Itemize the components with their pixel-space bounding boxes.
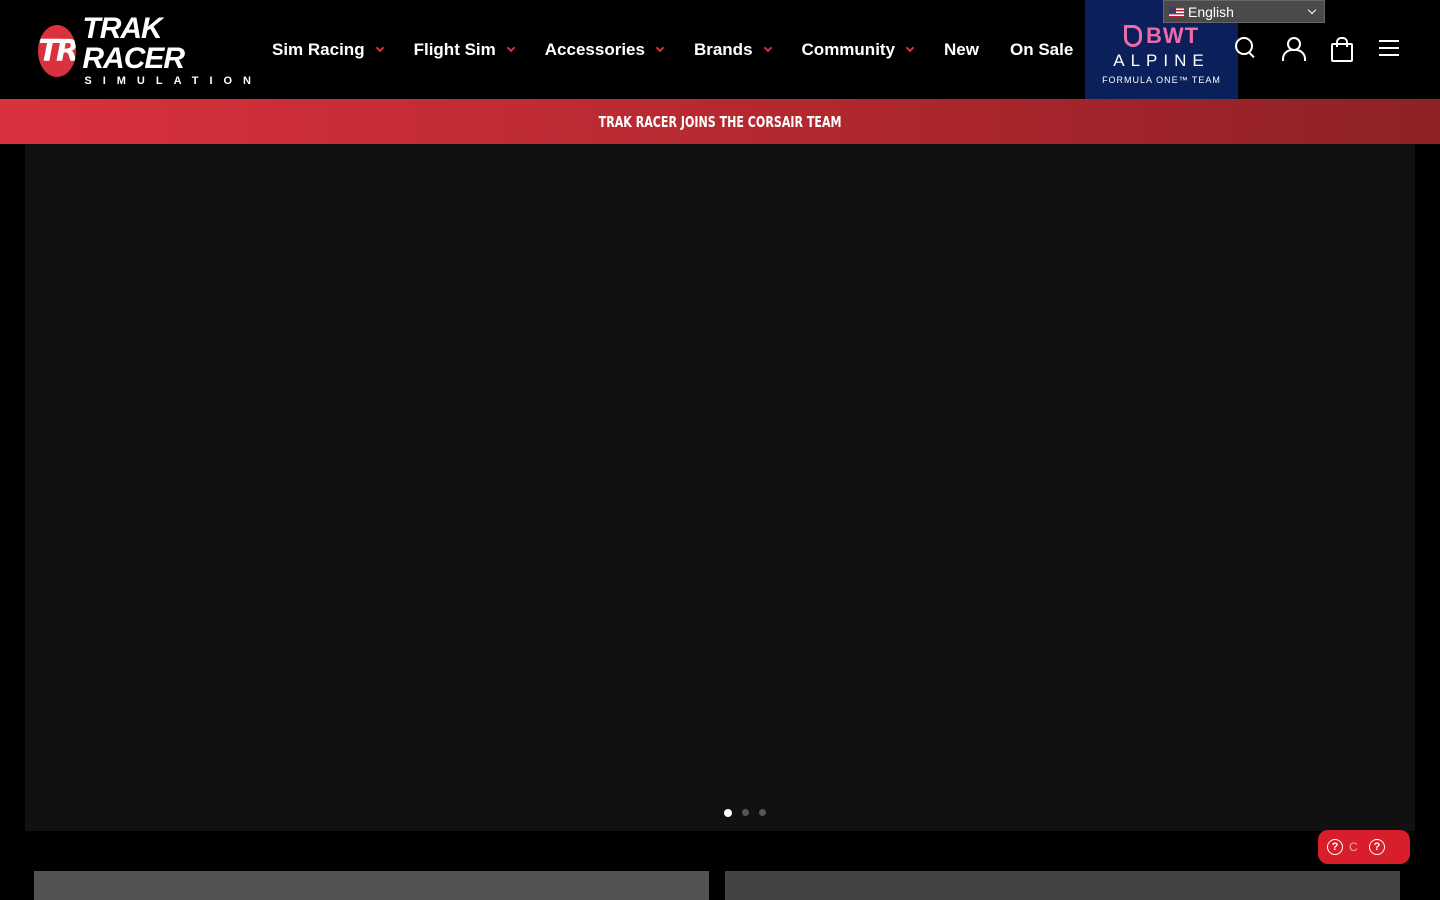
- slider-dot-2[interactable]: [742, 809, 749, 816]
- user-icon[interactable]: [1281, 35, 1306, 61]
- chevron-down-icon: [375, 43, 384, 52]
- sponsor-f1-team: FORMULA ONE™ TEAM: [1102, 74, 1221, 85]
- logo-name: TRAK RACER: [82, 12, 185, 75]
- promo-card-left[interactable]: [34, 871, 709, 900]
- logo-tagline: SIMULATION: [84, 75, 262, 87]
- announcement-text: TRAK RACER JOINS THE CORSAIR TEAM: [598, 112, 842, 131]
- search-icon[interactable]: [1233, 35, 1257, 61]
- logo-badge: TR: [38, 25, 77, 77]
- nav-item-sim-racing[interactable]: Sim Racing: [272, 40, 384, 60]
- main-nav: Sim Racing Flight Sim Accessories Brands…: [272, 0, 1104, 99]
- language-select[interactable]: English: [1163, 0, 1325, 23]
- header-icons: [1233, 35, 1401, 62]
- help-widget-label: C: [1349, 840, 1358, 854]
- language-selected: English: [1188, 3, 1234, 20]
- cart-icon[interactable]: [1329, 35, 1353, 62]
- nav-item-flight-sim[interactable]: Flight Sim: [414, 40, 516, 60]
- nav-item-brands[interactable]: Brands: [694, 40, 772, 60]
- chevron-down-icon: [655, 43, 665, 52]
- chevron-down-icon: [905, 43, 915, 52]
- us-flag-icon: [1169, 6, 1184, 17]
- bwt-logo-icon: [1123, 24, 1142, 47]
- hero-slider: [25, 144, 1415, 831]
- help-icon: ?: [1369, 839, 1385, 855]
- site-header: TR TRAK RACER SIMULATION Sim Racing Flig…: [0, 0, 1440, 99]
- promo-card-right[interactable]: [725, 871, 1400, 900]
- site-logo[interactable]: TR TRAK RACER SIMULATION: [38, 14, 262, 87]
- announcement-bar[interactable]: TRAK RACER JOINS THE CORSAIR TEAM: [0, 99, 1440, 144]
- help-icon: ?: [1327, 839, 1343, 855]
- slider-dots: [0, 809, 1440, 817]
- sponsor-alpine: ALPINE: [1113, 50, 1210, 70]
- chevron-down-icon: [506, 43, 516, 52]
- slider-dot-3[interactable]: [759, 809, 766, 816]
- chevron-down-icon: [1307, 5, 1317, 15]
- help-widget[interactable]: ? C ?: [1318, 830, 1410, 864]
- nav-item-accessories[interactable]: Accessories: [545, 40, 665, 60]
- chevron-down-icon: [763, 43, 772, 52]
- slider-dot-1[interactable]: [724, 809, 732, 817]
- logo-wordmark: TRAK RACER SIMULATION: [82, 14, 262, 88]
- sponsor-bwt: BWT: [1123, 23, 1199, 49]
- nav-item-community[interactable]: Community: [802, 40, 915, 60]
- nav-item-on-sale[interactable]: On Sale: [1010, 40, 1073, 60]
- nav-item-new[interactable]: New: [944, 40, 979, 60]
- menu-icon[interactable]: [1377, 35, 1401, 61]
